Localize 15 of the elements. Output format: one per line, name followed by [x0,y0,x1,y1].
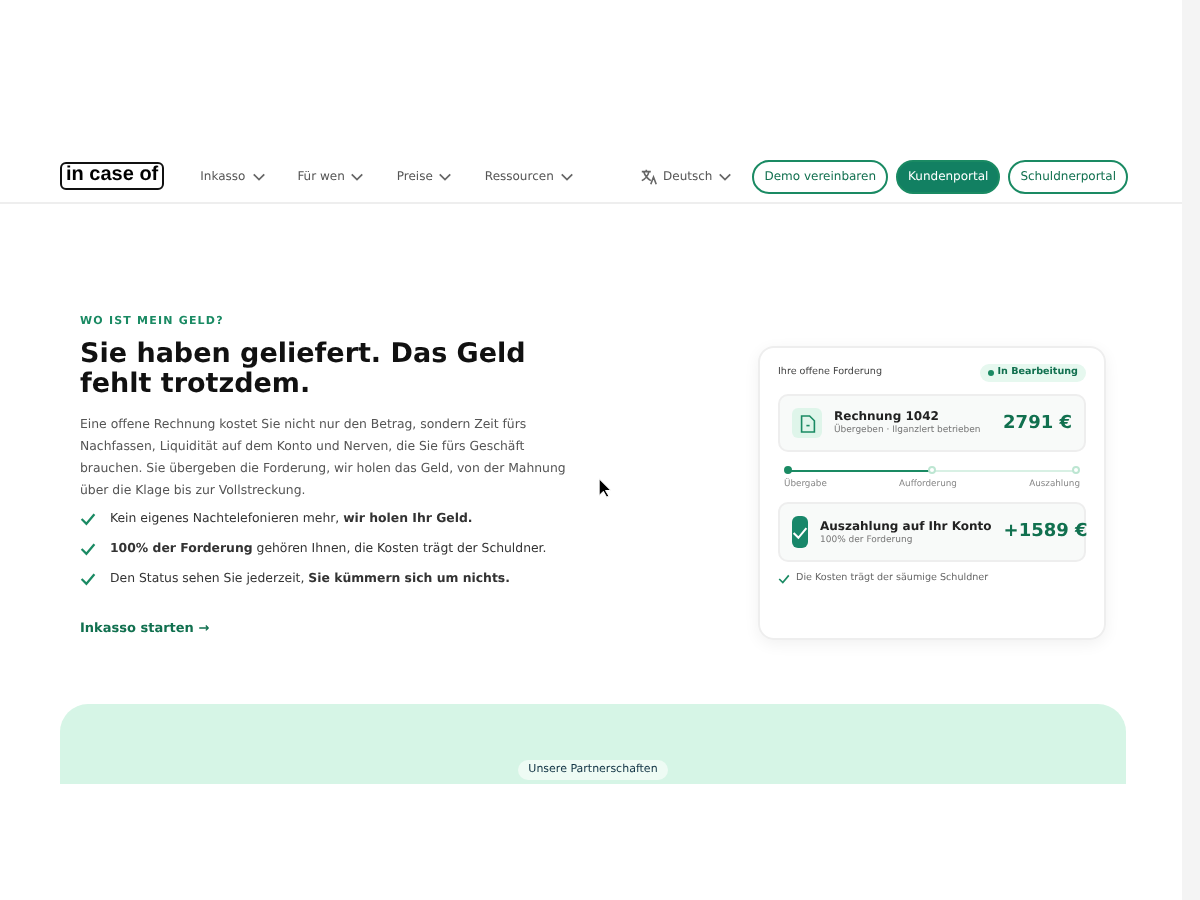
invoice-amount: 2791 € [1003,413,1072,433]
hero-title: Sie haben geliefert. Das Geld fehlt trotzdem. [80,340,528,400]
check-icon [778,574,790,584]
status-dot [987,370,994,376]
chevron-icon [718,171,733,181]
document-icon [792,408,822,438]
logo[interactable]: in case of [60,162,165,190]
payout-amount: +1589 € [1003,522,1088,542]
translate-icon [639,167,658,185]
chevron-icon [559,171,574,181]
chevron-icon [251,171,266,181]
check-icon [792,516,808,548]
chevron-icon [438,171,453,181]
cursor-icon [598,478,612,498]
chevron-icon [350,171,365,181]
